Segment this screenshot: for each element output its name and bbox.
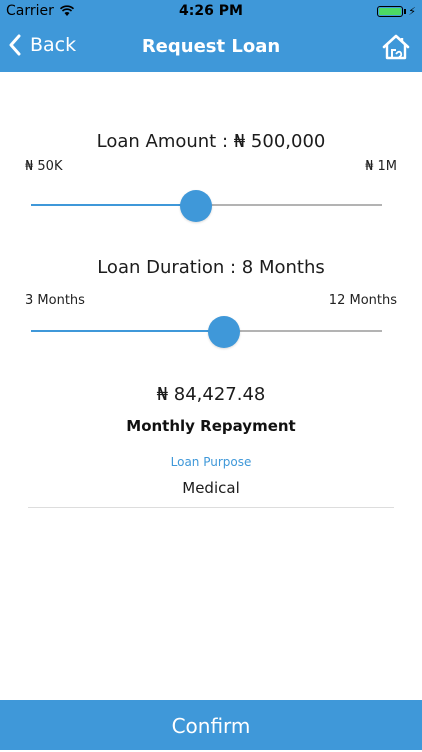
- loan-duration-max-label: 12 Months: [328, 293, 397, 308]
- loan-duration-title: Loan Duration : 8 Months: [97, 257, 325, 278]
- home-icon[interactable]: [382, 34, 410, 60]
- loan-amount-max-label: ₦ 1M: [365, 159, 397, 174]
- status-bar: Carrier 4:26 PM ⚡: [0, 0, 422, 22]
- loan-duration-min-label: 3 Months: [25, 293, 85, 308]
- battery-tip: [404, 9, 407, 14]
- loan-purpose-label: Loan Purpose: [170, 455, 252, 469]
- confirm-button[interactable]: Confirm: [0, 700, 422, 750]
- monthly-repayment-label: Monthly Repayment: [126, 417, 296, 435]
- loan-duration-slider[interactable]: [31, 316, 382, 348]
- navigation-bar: Back Request Loan: [0, 22, 422, 72]
- battery-level: [379, 8, 402, 15]
- clock: 4:26 PM: [179, 3, 243, 19]
- battery-icon: [377, 6, 404, 17]
- charging-icon: ⚡: [408, 5, 416, 18]
- loan-purpose-field[interactable]: Medical: [0, 479, 422, 497]
- page-title: Request Loan: [141, 36, 281, 57]
- slider-track-fill: [31, 330, 225, 332]
- monthly-repayment-amount: ₦ 84,427.48: [156, 384, 266, 405]
- loan-amount-title: Loan Amount : ₦ 500,000: [96, 131, 326, 152]
- slider-thumb[interactable]: [179, 190, 212, 222]
- divider: [28, 507, 394, 508]
- loan-amount-min-label: ₦ 50K: [25, 159, 63, 174]
- loan-amount-slider[interactable]: [31, 190, 382, 222]
- slider-thumb[interactable]: [208, 316, 241, 348]
- slider-track-fill: [31, 204, 196, 206]
- battery-indicator: ⚡: [377, 5, 416, 18]
